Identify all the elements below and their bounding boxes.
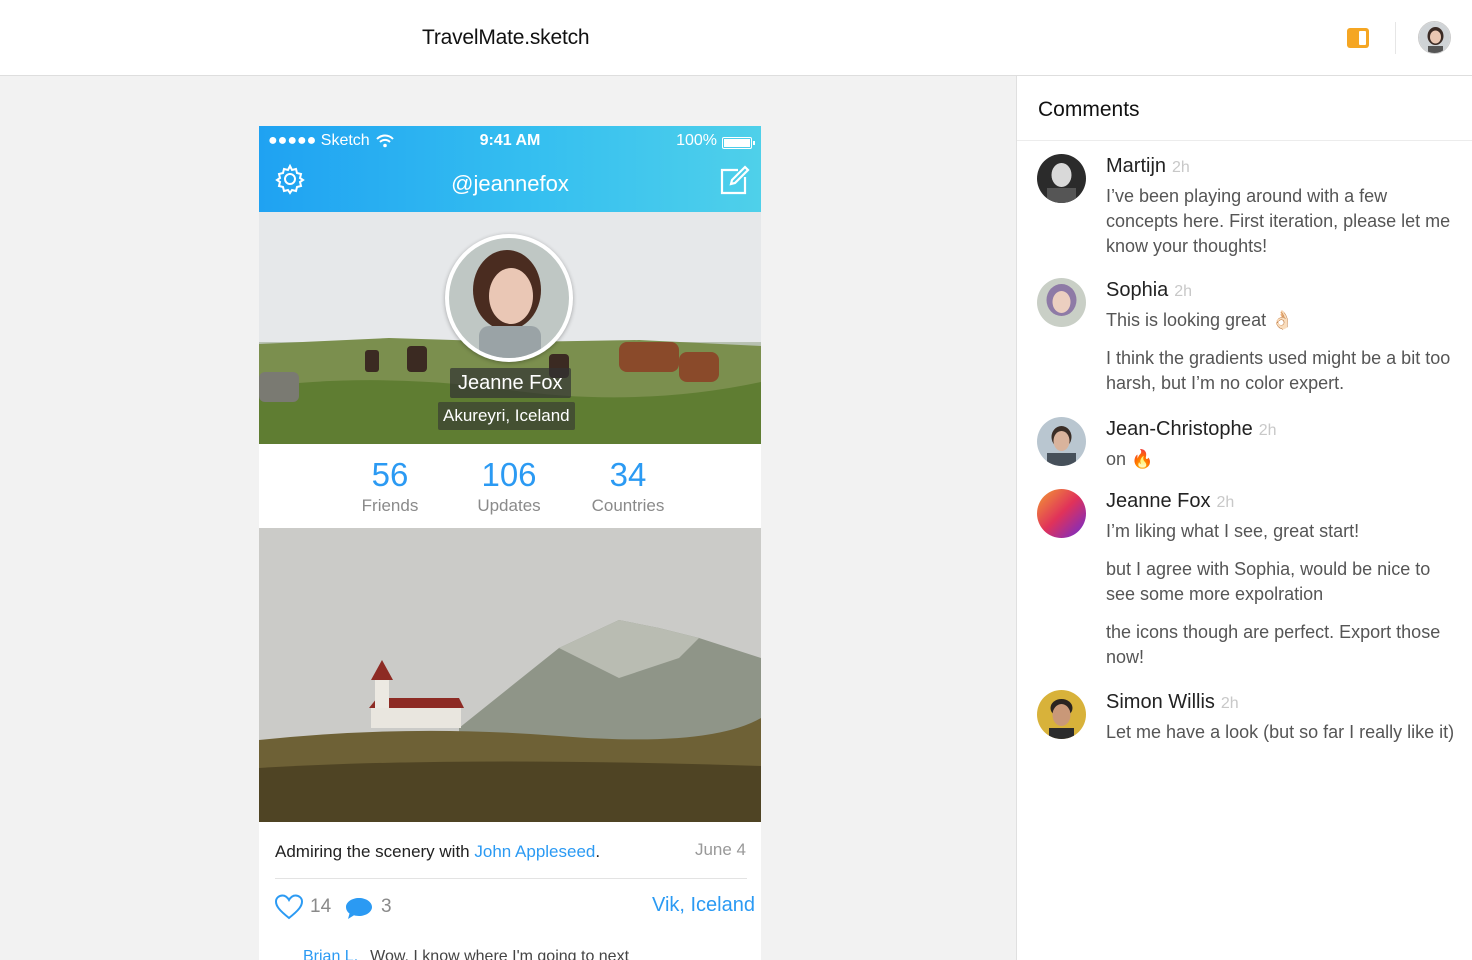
comment-time: 2h (1172, 159, 1190, 176)
status-bar: ●●●●● Sketch 9:41 AM 100% (259, 130, 761, 150)
avatar[interactable] (1037, 154, 1086, 203)
comment-text: on 🔥 (1106, 449, 1154, 469)
avatar[interactable] (1037, 417, 1086, 466)
comment-item[interactable]: Martijn 2h I’ve been playing around with … (1037, 154, 1457, 264)
church-landscape-image (259, 528, 761, 822)
stat-friends[interactable]: 56 Friends (330, 456, 450, 516)
comment-item[interactable]: Jean-Christophe 2h on 🔥 (1037, 417, 1457, 477)
stat-value: 56 (371, 456, 409, 493)
post-date: June 4 (694, 840, 746, 859)
post-comment-preview: Brian L. Wow, I know where I'm going to n… (303, 948, 629, 960)
comment-author: Martijn (1106, 155, 1167, 177)
sidebar-toggle-icon[interactable] (1347, 28, 1369, 48)
avatar[interactable] (1037, 690, 1086, 739)
comment-icon[interactable] (345, 896, 373, 920)
comment-time: 2h (1258, 422, 1277, 439)
stat-updates[interactable]: 106 Updates (449, 456, 569, 516)
comments-panel: Comments Martijn 2h I’ve been playing aro… (1016, 76, 1472, 960)
avatar[interactable] (1037, 278, 1086, 327)
stat-value: 106 (481, 456, 537, 493)
comment-author: Sophia (1106, 279, 1169, 301)
profile-location: Akureyri, Iceland (438, 402, 575, 430)
divider (1017, 140, 1472, 141)
comment-count: 3 (381, 896, 392, 917)
caption-text: Admiring the scenery with (275, 842, 475, 861)
comment-text: but I agree with Sophia, would be nice t… (1106, 559, 1431, 604)
comments-title: Comments (1038, 98, 1140, 121)
comment-item[interactable]: Sophia 2h This is looking great 👌🏻 I thin… (1037, 278, 1457, 398)
comment-author: Jean-Christophe (1106, 418, 1253, 440)
comment-time: 2h (1216, 494, 1235, 511)
battery-percent: 100% (676, 132, 717, 149)
comment-time: 2h (1174, 283, 1193, 300)
post-location-link[interactable]: Vik, Iceland (652, 894, 755, 917)
post-actions: 14 3 Vik, Iceland (275, 894, 755, 922)
comment-preview-text: Wow, I know where I'm going to next (370, 948, 630, 960)
comment-author-link[interactable]: Brian L. (303, 948, 358, 960)
stat-label: Friends (361, 496, 419, 515)
comment-time: 2h (1220, 695, 1239, 712)
comment-author: Simon Willis (1106, 691, 1215, 713)
profile-avatar[interactable] (445, 234, 573, 362)
comment-item[interactable]: Simon Willis 2h Let me have a look (but s… (1037, 690, 1457, 780)
post-photo[interactable] (259, 528, 761, 822)
compose-icon[interactable] (718, 164, 750, 196)
comment-item[interactable]: Jeanne Fox 2h I’m liking what I see, grea… (1037, 489, 1457, 669)
design-canvas: ●●●●● Sketch 9:41 AM 100% @jeannefox Jea… (0, 76, 1016, 960)
comment-text: I’m liking what I see, great start! (1106, 521, 1360, 541)
comment-author: Jeanne Fox (1106, 490, 1211, 512)
comment-text: Let me have a look (but so far I really … (1106, 722, 1455, 742)
post-caption: Admiring the scenery with John Appleseed… (275, 842, 600, 862)
top-bar: TravelMate.sketch (0, 0, 1472, 76)
avatar[interactable] (1037, 489, 1086, 538)
phone-artboard[interactable]: ●●●●● Sketch 9:41 AM 100% @jeannefox Jea… (259, 126, 761, 960)
stat-countries[interactable]: 34 Countries (568, 456, 688, 516)
toolbar-divider (1395, 22, 1396, 54)
profile-header-photo: Jeanne Fox Akureyri, Iceland (259, 212, 761, 444)
heart-icon[interactable] (275, 894, 303, 920)
user-avatar[interactable] (1418, 21, 1451, 54)
stat-value: 34 (609, 456, 647, 493)
tagged-user-link[interactable]: John Appleseed (474, 842, 595, 861)
comment-text: the icons though are perfect. Export tho… (1106, 622, 1441, 667)
divider (275, 878, 747, 879)
caption-suffix: . (595, 842, 601, 861)
stat-label: Updates (477, 496, 541, 515)
nav-bar: ●●●●● Sketch 9:41 AM 100% @jeannefox (259, 126, 761, 212)
like-count: 14 (310, 896, 332, 917)
comment-text: I think the gradients used might be a bi… (1106, 348, 1451, 393)
comment-text: This is looking great 👌🏻 (1106, 310, 1294, 330)
profile-stats: 56 Friends 106 Updates 34 Countries (259, 444, 761, 528)
stat-label: Countries (591, 496, 665, 515)
battery-icon (722, 137, 755, 149)
comment-text: I’ve been playing around with a few conc… (1106, 186, 1451, 256)
document-title: TravelMate.sketch (422, 26, 590, 49)
profile-name: Jeanne Fox (450, 368, 571, 398)
nav-title: @jeannefox (451, 171, 569, 196)
